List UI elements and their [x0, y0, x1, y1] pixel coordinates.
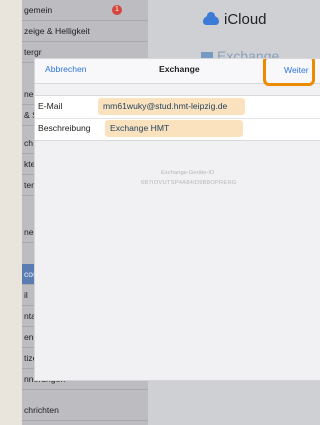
sidebar-item-general[interactable]: gemein 1 — [22, 0, 148, 21]
description-row: Beschreibung Exchange HMT — [35, 118, 320, 140]
cloud-icon — [203, 12, 219, 25]
account-form: E-Mail mm61wuky@stud.hmt-leipzig.de Besc… — [35, 95, 320, 141]
email-label: E-Mail — [38, 101, 63, 111]
sidebar-item-label: tergr — [24, 47, 42, 57]
notification-badge: 1 — [112, 5, 122, 15]
sidebar-item-messages[interactable]: chrichten — [22, 400, 148, 421]
next-button[interactable]: Weiter — [284, 65, 309, 75]
screenshot-frame: gemein 1 zeige & Helligkeit tergr ne & S… — [0, 0, 320, 425]
email-row: E-Mail mm61wuky@stud.hmt-leipzig.de — [35, 96, 320, 119]
cancel-button[interactable]: Abbrechen — [45, 64, 87, 74]
description-field[interactable]: Exchange HMT — [105, 120, 243, 137]
sidebar-item-label: zeige & Helligkeit — [24, 26, 90, 36]
sidebar-item-label: chrichten — [24, 405, 59, 415]
exchange-account-modal: Abbrechen Exchange Weiter E-Mail mm61wuk… — [35, 59, 320, 380]
icloud-brand: iCloud — [224, 11, 267, 28]
sidebar-item-label: ne — [24, 89, 34, 99]
device-id-label: Exchange-Geräte-ID — [161, 170, 215, 176]
modal-title: Exchange — [159, 64, 200, 74]
description-label: Beschreibung — [38, 123, 91, 133]
device-id-value: 6B7IOVUTSP4A84ID9B8OPRERG — [141, 180, 237, 186]
sidebar-item-label: il — [24, 290, 28, 300]
sidebar-item-label: gemein — [24, 5, 53, 15]
sidebar-item-display-brightness[interactable]: zeige & Helligkeit — [22, 21, 148, 42]
modal-header: Abbrechen Exchange Weiter — [35, 59, 320, 86]
email-field[interactable]: mm61wuky@stud.hmt-leipzig.de — [98, 98, 245, 115]
